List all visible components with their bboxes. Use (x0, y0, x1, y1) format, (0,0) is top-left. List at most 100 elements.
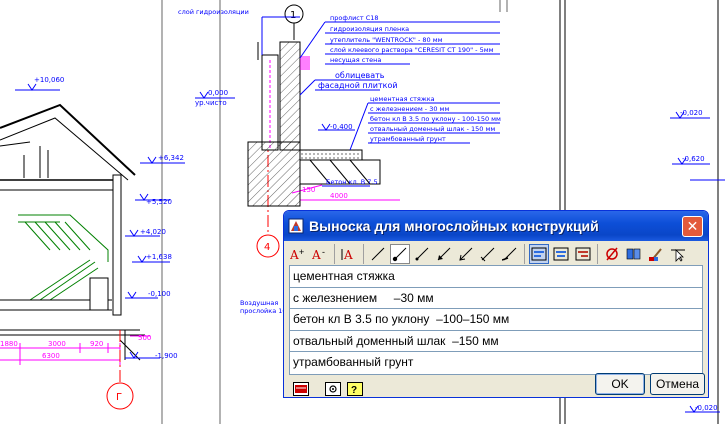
leader-tick-button[interactable] (478, 244, 498, 264)
floor-layer-4: отвальный доменный шлак - 150 мм (370, 125, 495, 133)
wall-layer-1: профлист С18 (330, 14, 379, 22)
leader-arrow-button[interactable] (434, 244, 454, 264)
leader-dot-button[interactable] (390, 244, 410, 264)
house-section (0, 103, 145, 361)
level-label-12: -0,020 (695, 404, 718, 412)
leader-open-arrow-icon (459, 247, 473, 261)
waterproof-label: слой гидроизоляции (178, 8, 249, 16)
level-label-9: -0,400 (330, 123, 353, 131)
level-label-5: +1,638 (146, 253, 172, 261)
svg-text:A: A (312, 248, 321, 262)
svg-text:-: - (322, 247, 325, 257)
help-icon: ? (347, 381, 363, 396)
align-left-icon (531, 247, 547, 261)
settings-icon (325, 381, 341, 396)
wall-layer-3: утеплитель "WENTROCK" - 80 мм (330, 36, 443, 44)
axis-mark-g: Г (116, 392, 122, 403)
text-style-button[interactable]: A (339, 244, 359, 264)
axis-mark-4: 4 (264, 242, 270, 253)
leader-slash-icon (502, 247, 517, 261)
callout-text-editor[interactable]: цементная стяжка с железнением –30 мм бе… (289, 265, 703, 375)
leader-dot-icon (392, 247, 407, 262)
level-label-4: +4,020 (140, 228, 166, 236)
settings-button[interactable] (324, 380, 342, 397)
toolbar-separator (334, 244, 335, 264)
pointer-icon (671, 249, 685, 262)
level-label-2: +6,342 (158, 154, 184, 162)
pen-color-button[interactable] (646, 244, 666, 264)
leader-slash-button[interactable] (500, 244, 520, 264)
align-right-icon (575, 247, 591, 261)
dim-label-3: 920 (90, 340, 103, 348)
align-right-button[interactable] (573, 244, 593, 264)
library-button[interactable] (624, 244, 644, 264)
level-label-11: -0,620 (682, 155, 705, 163)
leader-small-dot-icon (415, 247, 429, 261)
callout-line-2[interactable]: с железнением –30 мм (290, 288, 702, 310)
align-left-button[interactable] (529, 244, 549, 264)
floor-layer-3: бетон кл В 3.5 по уклону - 100-150 мм (370, 115, 501, 123)
font-increase-icon: A + (290, 247, 304, 262)
level-label-8: 0,000 (208, 89, 228, 97)
app-icon (288, 218, 304, 234)
floor-layer-2: с железнением - 30 мм (370, 105, 449, 113)
level-label-10: -0,020 (680, 109, 703, 117)
dim-label-5: 500 (138, 334, 151, 342)
dim-label-4: 6300 (42, 352, 60, 360)
diameter-symbol-button[interactable] (602, 244, 622, 264)
ur-chista-label: ур.чисто (195, 99, 227, 107)
toolbar-separator (363, 244, 364, 264)
left-note-2: прослойка 10 (240, 307, 287, 315)
level-label-6: -0,100 (148, 290, 171, 298)
leader-none-button[interactable] (368, 244, 388, 264)
svg-text:A: A (290, 248, 299, 262)
cancel-button[interactable]: Отмена (650, 373, 705, 395)
ok-button[interactable]: OK (595, 373, 645, 395)
wall-layer-5: несущая стена (330, 56, 381, 64)
text-up-size-button[interactable]: A + (288, 244, 308, 264)
toolbar-separator (524, 244, 525, 264)
level-label-7: -1,900 (155, 352, 178, 360)
facade-label-1: облицевать (335, 71, 385, 80)
pick-from-drawing-button[interactable] (668, 244, 688, 264)
help-button[interactable]: ? (346, 380, 364, 397)
svg-text:A: A (343, 248, 353, 262)
paint-brush-icon (649, 248, 662, 261)
toolbar-separator (597, 244, 598, 264)
close-button[interactable]: ✕ (682, 215, 703, 237)
callout-line-5[interactable]: утрамбованный грунт (290, 352, 702, 374)
font-decrease-icon: A- (312, 247, 325, 262)
floor-layer-1: цементная стяжка (370, 95, 435, 103)
dialog-titlebar[interactable]: Выноска для многослойных конструкций ✕ (284, 211, 708, 241)
leader-open-arrow-button[interactable] (456, 244, 476, 264)
level-label-1: +10,060 (34, 76, 64, 84)
floor-layer-5: утрамбованный грунт (370, 135, 446, 143)
leader-line-icon (371, 247, 385, 261)
align-center-button[interactable] (551, 244, 571, 264)
callout-line-4[interactable]: отвальный доменный шлак –150 мм (290, 331, 702, 353)
dim-label-7: 150 (302, 186, 315, 194)
multilayer-callout-dialog: Выноска для многослойных конструкций ✕ A… (283, 210, 709, 398)
leader-arrow-icon (437, 247, 451, 261)
axis-mark-1: 1 (290, 10, 296, 21)
callout-line-1[interactable]: цементная стяжка (290, 266, 702, 288)
svg-text:?: ? (351, 385, 357, 396)
dim-label-6: 4000 (330, 192, 348, 200)
diameter-icon (606, 247, 618, 261)
concrete-label: Бетон кл. В 7.5 (326, 178, 378, 186)
preview-button[interactable] (292, 380, 310, 397)
left-note-1: Воздушная (240, 299, 278, 307)
preview-icon (293, 381, 309, 396)
level-label-3: +5,520 (146, 198, 172, 206)
facade-label-2: фасадной плиткой (318, 81, 398, 90)
leader-tick-icon (480, 247, 495, 262)
align-center-icon (553, 247, 569, 261)
wall-layer-2: гидроизоляция пленка (330, 25, 409, 33)
close-icon: ✕ (686, 217, 699, 234)
wall-layer-4: слой клеевого раствора "CERESIT CT 190" … (330, 46, 494, 54)
dialog-toolbar: A + A- A (284, 241, 708, 267)
book-icon (626, 248, 641, 260)
text-down-size-button[interactable]: A- (310, 244, 330, 264)
leader-small-dot-button[interactable] (412, 244, 432, 264)
callout-line-3[interactable]: бетон кл В 3.5 по уклону –100–150 мм (290, 309, 702, 331)
